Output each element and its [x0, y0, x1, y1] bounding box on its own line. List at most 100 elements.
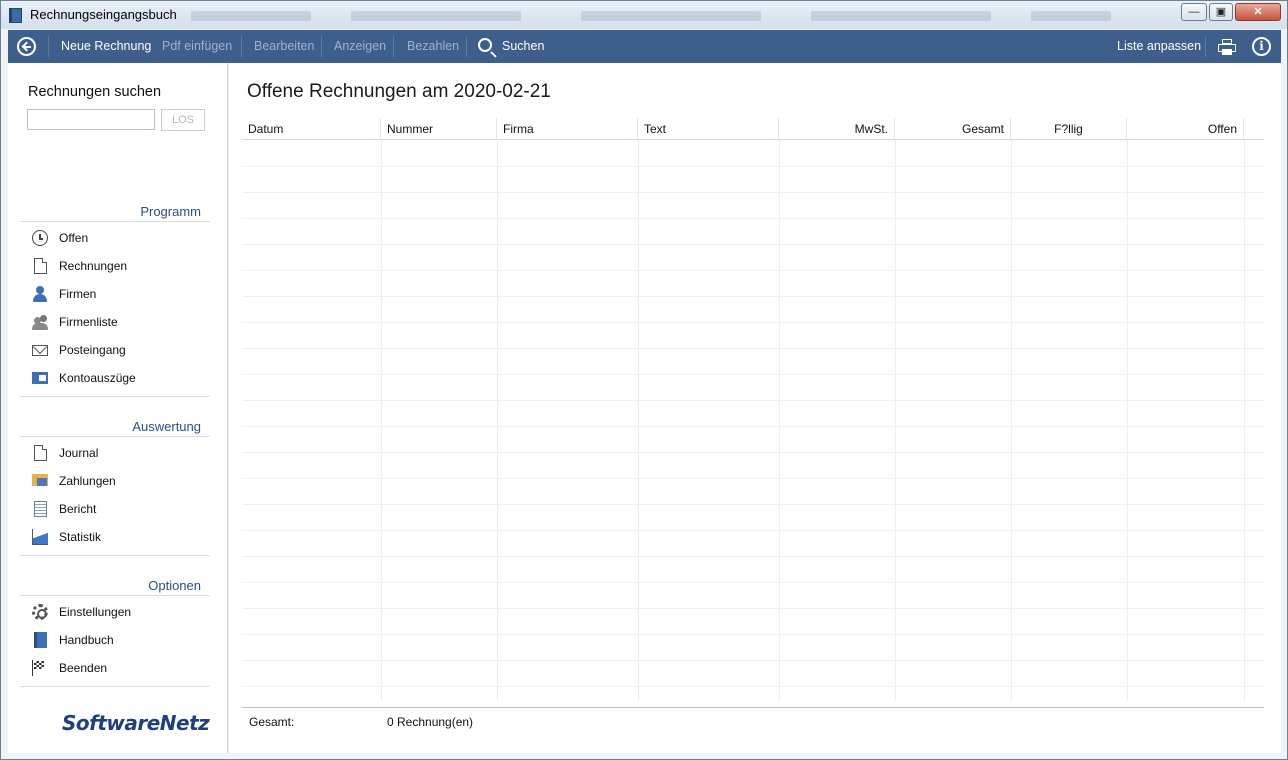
section-divider [20, 396, 210, 397]
sidebar-item-firmenliste[interactable]: Firmenliste [30, 312, 210, 334]
search-heading: Rechnungen suchen [28, 84, 162, 100]
grid-row-line [242, 244, 1264, 245]
grid-row-line [242, 530, 1264, 531]
edit-button[interactable]: Bearbeiten [254, 30, 314, 63]
grid-row-line [242, 556, 1264, 557]
grid-row-line [242, 660, 1264, 661]
sidebar-item-zahlungen[interactable]: Zahlungen [30, 471, 210, 493]
page-title: Offene Rechnungen am 2020-02-21 [247, 81, 551, 102]
title-bar[interactable]: Rechnungseingangsbuch — ▣ ✕ [1, 1, 1287, 29]
main-panel: Offene Rechnungen am 2020-02-21 Datum Nu… [229, 63, 1281, 753]
back-icon[interactable] [17, 37, 36, 56]
customize-list-button[interactable]: Liste anpassen [1117, 30, 1201, 63]
clock-icon [32, 230, 48, 246]
sidebar-item-rechnungen[interactable]: Rechnungen [30, 256, 210, 278]
info-icon[interactable]: i [1252, 37, 1271, 56]
printer-icon[interactable] [1218, 39, 1236, 55]
toolbar-separator [321, 36, 322, 57]
sidebar-item-posteingang[interactable]: Posteingang [30, 340, 210, 362]
background-taskbar-ghost [811, 11, 991, 21]
column-header-gesamt[interactable]: Gesamt [895, 118, 1011, 140]
grid-row-line [242, 348, 1264, 349]
insert-pdf-button[interactable]: Pdf einfügen [162, 30, 232, 63]
column-header-offen[interactable]: Offen [1127, 118, 1244, 140]
grid-row-line [242, 504, 1264, 505]
section-divider [20, 555, 210, 556]
sidebar-item-label: Handbuch [59, 633, 114, 647]
application-window: Rechnungseingangsbuch — ▣ ✕ Neue Rechnun… [0, 0, 1288, 760]
section-divider [20, 221, 210, 222]
section-heading-auswertung: Auswertung [132, 419, 201, 434]
pay-button[interactable]: Bezahlen [407, 30, 459, 63]
go-button[interactable]: LOS [161, 109, 205, 131]
column-header-mwst[interactable]: MwSt. [779, 118, 895, 140]
app-icon [9, 8, 22, 23]
footer-divider [242, 707, 1264, 708]
show-button[interactable]: Anzeigen [334, 30, 386, 63]
grid-column-line [1244, 140, 1245, 701]
document-icon [34, 445, 47, 461]
sidebar-item-beenden[interactable]: Beenden [30, 658, 210, 680]
search-icon[interactable] [478, 38, 492, 52]
grid-row-line [242, 322, 1264, 323]
sidebar-item-bericht[interactable]: Bericht [30, 499, 210, 521]
grid-row-line [242, 426, 1264, 427]
search-button[interactable]: Suchen [502, 30, 544, 63]
footer-total-value: 0 Rechnung(en) [387, 715, 474, 729]
payments-icon [32, 474, 48, 486]
grid-column-line [895, 140, 896, 701]
sidebar-item-firmen[interactable]: Firmen [30, 284, 210, 306]
window-title: Rechnungseingangsbuch [30, 7, 177, 22]
sidebar-item-einstellungen[interactable]: Einstellungen [30, 602, 210, 624]
column-header-firma[interactable]: Firma [497, 118, 638, 140]
sidebar-item-label: Einstellungen [59, 605, 132, 619]
grid-column-line [1011, 140, 1012, 701]
grid-row-line [242, 452, 1264, 453]
grid-row-line [242, 374, 1264, 375]
column-header-filler [1244, 118, 1264, 140]
sidebar-item-label: Journal [59, 446, 99, 460]
background-taskbar-ghost [191, 11, 311, 21]
toolbar-separator [1205, 36, 1206, 57]
chart-icon [32, 529, 48, 545]
grid-row-line [242, 478, 1264, 479]
softwarenetz-logo[interactable]: SoftwareNetz [62, 711, 210, 735]
sidebar-item-handbuch[interactable]: Handbuch [30, 630, 210, 652]
toolbar-separator [393, 36, 394, 57]
toolbar: Neue Rechnung Pdf einfügen Bearbeiten An… [8, 30, 1281, 63]
column-header-text[interactable]: Text [638, 118, 779, 140]
sidebar-item-label: Kontoauszüge [59, 371, 136, 385]
section-heading-optionen: Optionen [148, 578, 201, 593]
grid-row-line [242, 400, 1264, 401]
search-input[interactable] [27, 109, 155, 130]
book-icon [34, 632, 47, 648]
section-divider [20, 436, 210, 437]
status-bar [8, 753, 1281, 759]
grid-row-line [242, 166, 1264, 167]
minimize-icon[interactable]: — [1181, 3, 1207, 21]
column-header-datum[interactable]: Datum [242, 118, 381, 140]
column-header-faellig[interactable]: F?llig [1011, 118, 1127, 140]
grid-column-line [1127, 140, 1128, 701]
grid-column-line [381, 140, 382, 701]
sidebar-item-offen[interactable]: Offen [30, 228, 210, 250]
new-invoice-button[interactable]: Neue Rechnung [61, 30, 151, 63]
invoice-table[interactable]: Datum Nummer Firma Text MwSt. Gesamt F?l… [242, 118, 1264, 701]
sidebar: Rechnungen suchen LOS Programm Offen Rec… [8, 63, 228, 753]
close-icon[interactable]: ✕ [1235, 3, 1281, 21]
grid-row-line [242, 686, 1264, 687]
sidebar-item-journal[interactable]: Journal [30, 443, 210, 465]
sidebar-item-kontoauszuege[interactable]: Kontoauszüge [30, 368, 210, 390]
document-icon [34, 258, 47, 274]
gear-icon [32, 604, 48, 620]
sidebar-item-statistik[interactable]: Statistik [30, 527, 210, 549]
person-icon [32, 286, 48, 302]
grid-row-line [242, 192, 1264, 193]
grid-column-line [497, 140, 498, 701]
flag-icon [32, 660, 48, 676]
grid-column-line [638, 140, 639, 701]
background-taskbar-ghost [1031, 11, 1111, 21]
column-header-nummer[interactable]: Nummer [381, 118, 497, 140]
section-divider [20, 686, 210, 687]
maximize-icon[interactable]: ▣ [1209, 3, 1233, 21]
